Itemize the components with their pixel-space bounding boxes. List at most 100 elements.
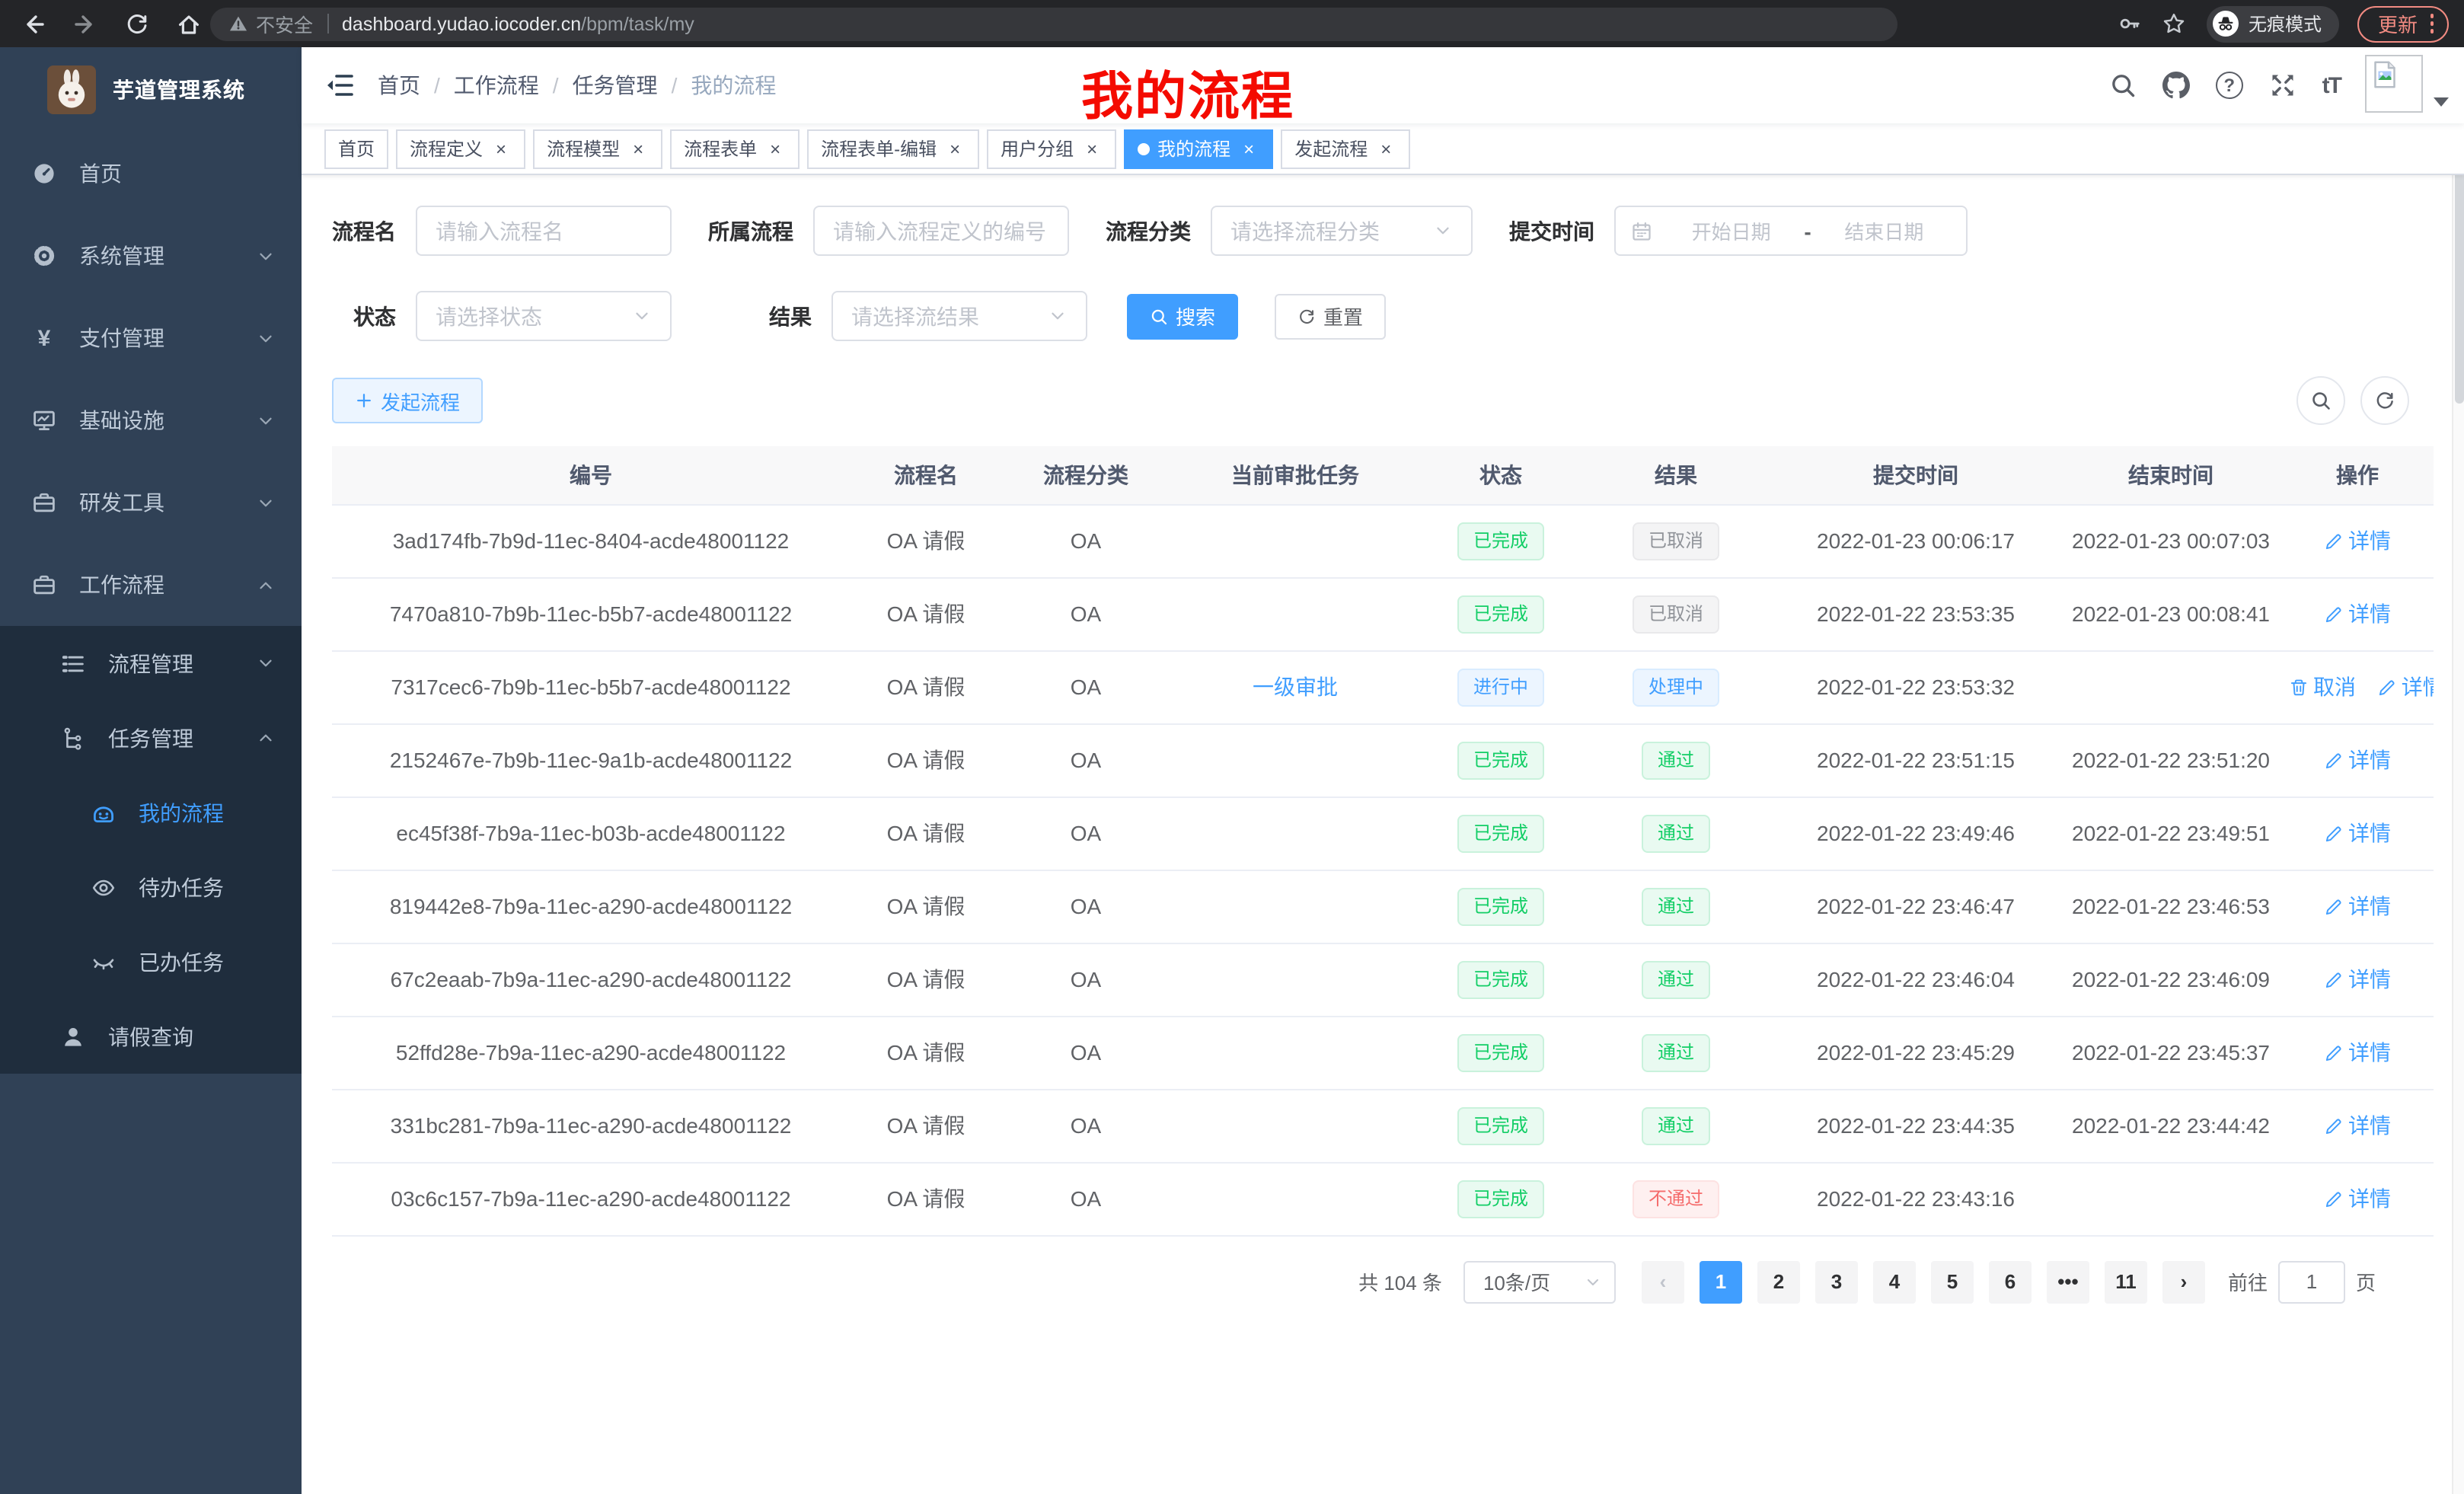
close-icon[interactable]: × — [1375, 138, 1396, 159]
fullscreen-icon[interactable] — [2269, 72, 2296, 99]
cell-actions: 详情 — [2281, 796, 2434, 870]
pagination-total: 共 104 条 — [1358, 1267, 1442, 1296]
sidebar-item-payment[interactable]: ¥ 支付管理 — [0, 297, 302, 379]
sidebar-item-infrastructure[interactable]: 基础设施 — [0, 379, 302, 461]
sidebar-item-todo-tasks[interactable]: 待办任务 — [0, 850, 302, 924]
view-tab[interactable]: 首页 — [324, 129, 388, 168]
insecure-warning-icon[interactable] — [228, 14, 248, 34]
avatar[interactable] — [2365, 55, 2423, 113]
browser-reload-icon[interactable] — [125, 11, 149, 36]
browser-home-icon[interactable] — [177, 11, 201, 36]
cell-id: 67c2eaab-7b9a-11ec-a290-acde48001122 — [332, 943, 850, 1016]
view-tab[interactable]: 用户分组 × — [987, 129, 1116, 168]
breadcrumb-workflow[interactable]: 工作流程 — [454, 70, 539, 101]
search-icon[interactable] — [2109, 72, 2137, 99]
search-button[interactable]: 搜索 — [1127, 293, 1238, 339]
goto-page-input[interactable] — [2278, 1260, 2345, 1303]
submit-time-range-picker[interactable]: 开始日期 - 结束日期 — [1614, 206, 1968, 256]
sidebar-item-process-management[interactable]: 流程管理 — [0, 626, 302, 701]
view-tab[interactable]: 流程模型 × — [533, 129, 662, 168]
sidebar-item-done-tasks[interactable]: 已办任务 — [0, 924, 302, 999]
detail-button[interactable]: 详情 — [2324, 1110, 2391, 1141]
github-icon[interactable] — [2162, 72, 2190, 99]
bookmark-star-icon[interactable] — [2163, 12, 2186, 35]
status-badge: 已完成 — [1458, 887, 1543, 925]
page-button[interactable]: ••• — [2047, 1260, 2089, 1303]
result-select[interactable]: 请选择流结果 — [831, 291, 1087, 341]
page-size-select[interactable]: 10条/页 — [1463, 1260, 1616, 1303]
cell-name: OA 请假 — [850, 1089, 1002, 1162]
refresh-table-button[interactable] — [2360, 376, 2409, 425]
view-tab[interactable]: 流程表单 × — [670, 129, 800, 168]
sidebar-item-my-process[interactable]: 我的流程 — [0, 775, 302, 850]
sidebar-item-workflow[interactable]: 工作流程 — [0, 544, 302, 626]
page-button[interactable]: 5 — [1931, 1260, 1974, 1303]
next-page-button[interactable]: › — [2162, 1260, 2205, 1303]
password-key-icon[interactable] — [2119, 12, 2142, 35]
page-button[interactable]: 3 — [1815, 1260, 1858, 1303]
detail-button[interactable]: 详情 — [2324, 1183, 2391, 1214]
close-icon[interactable]: × — [627, 138, 649, 159]
page-button[interactable]: 1 — [1700, 1260, 1742, 1303]
app-logo[interactable]: 芋道管理系统 — [0, 47, 302, 132]
close-icon[interactable]: × — [1238, 138, 1259, 159]
close-icon[interactable]: × — [1081, 138, 1103, 159]
start-process-button[interactable]: 发起流程 — [332, 378, 483, 423]
close-icon[interactable]: × — [944, 138, 965, 159]
cancel-button[interactable]: 取消 — [2289, 672, 2356, 702]
breadcrumb-home[interactable]: 首页 — [378, 70, 420, 101]
view-tab[interactable]: 发起流程 × — [1281, 129, 1410, 168]
detail-button[interactable]: 详情 — [2324, 525, 2391, 556]
cell-category: OA — [1002, 1016, 1170, 1089]
close-icon[interactable]: × — [490, 138, 512, 159]
cell-result: 处理中 — [1581, 650, 1771, 723]
process-name-input[interactable] — [416, 206, 672, 256]
reset-button[interactable]: 重置 — [1275, 293, 1386, 339]
cell-status: 已完成 — [1421, 1162, 1581, 1235]
table-toolbar: 发起流程 — [332, 376, 2430, 425]
end-date-placeholder[interactable]: 结束日期 — [1818, 216, 1951, 245]
toggle-search-button[interactable] — [2296, 376, 2345, 425]
browser-update-button[interactable]: 更新 — [2358, 5, 2449, 42]
view-tab[interactable]: 流程表单-编辑 × — [807, 129, 979, 168]
start-date-placeholder[interactable]: 开始日期 — [1664, 216, 1798, 245]
page-scrollbar[interactable] — [2452, 47, 2464, 1494]
view-tab[interactable]: 流程定义 × — [396, 129, 525, 168]
text-size-icon[interactable]: tT — [2322, 72, 2341, 98]
page-button[interactable]: 11 — [2105, 1260, 2147, 1303]
detail-button[interactable]: 详情 — [2324, 599, 2391, 629]
sidebar-item-devtools[interactable]: 研发工具 — [0, 461, 302, 544]
page-button[interactable]: 2 — [1757, 1260, 1800, 1303]
page-button[interactable]: 4 — [1873, 1260, 1916, 1303]
breadcrumb-task-management[interactable]: 任务管理 — [573, 70, 658, 101]
detail-button[interactable]: 详情 — [2324, 745, 2391, 775]
browser-forward-icon[interactable] — [73, 11, 97, 36]
close-icon[interactable]: × — [764, 138, 786, 159]
detail-button[interactable]: 详情 — [2324, 891, 2391, 921]
sidebar-item-task-management[interactable]: 任务管理 — [0, 701, 302, 775]
process-category-select[interactable]: 请选择流程分类 — [1211, 206, 1473, 256]
page-button[interactable]: 6 — [1989, 1260, 2032, 1303]
detail-button[interactable]: 详情 — [2324, 964, 2391, 994]
detail-button[interactable]: 详情 — [2377, 672, 2434, 702]
view-tab[interactable]: 我的流程 × — [1124, 129, 1273, 168]
sidebar-item-home[interactable]: 首页 — [0, 132, 302, 215]
current-task-link[interactable]: 一级审批 — [1253, 675, 1338, 699]
prev-page-button[interactable]: ‹ — [1642, 1260, 1684, 1303]
tree-icon — [61, 726, 85, 750]
url-bar[interactable]: 不安全 dashboard.yudao.iocoder.cn /bpm/task… — [210, 7, 1897, 40]
detail-button[interactable]: 详情 — [2324, 1037, 2391, 1068]
sidebar-item-system[interactable]: 系统管理 — [0, 215, 302, 297]
help-icon[interactable]: ? — [2216, 72, 2243, 99]
browser-menu-icon[interactable] — [2430, 14, 2434, 34]
detail-button[interactable]: 详情 — [2324, 818, 2391, 848]
cell-name: OA 请假 — [850, 1162, 1002, 1235]
hamburger-icon[interactable] — [302, 70, 378, 101]
result-badge: 通过 — [1642, 887, 1709, 925]
user-menu[interactable] — [2365, 55, 2449, 116]
cell-current-task — [1170, 870, 1421, 943]
sidebar-item-leave-query[interactable]: 请假查询 — [0, 999, 302, 1074]
status-select[interactable]: 请选择状态 — [416, 291, 672, 341]
browser-back-icon[interactable] — [21, 11, 46, 36]
process-definition-input[interactable] — [813, 206, 1069, 256]
